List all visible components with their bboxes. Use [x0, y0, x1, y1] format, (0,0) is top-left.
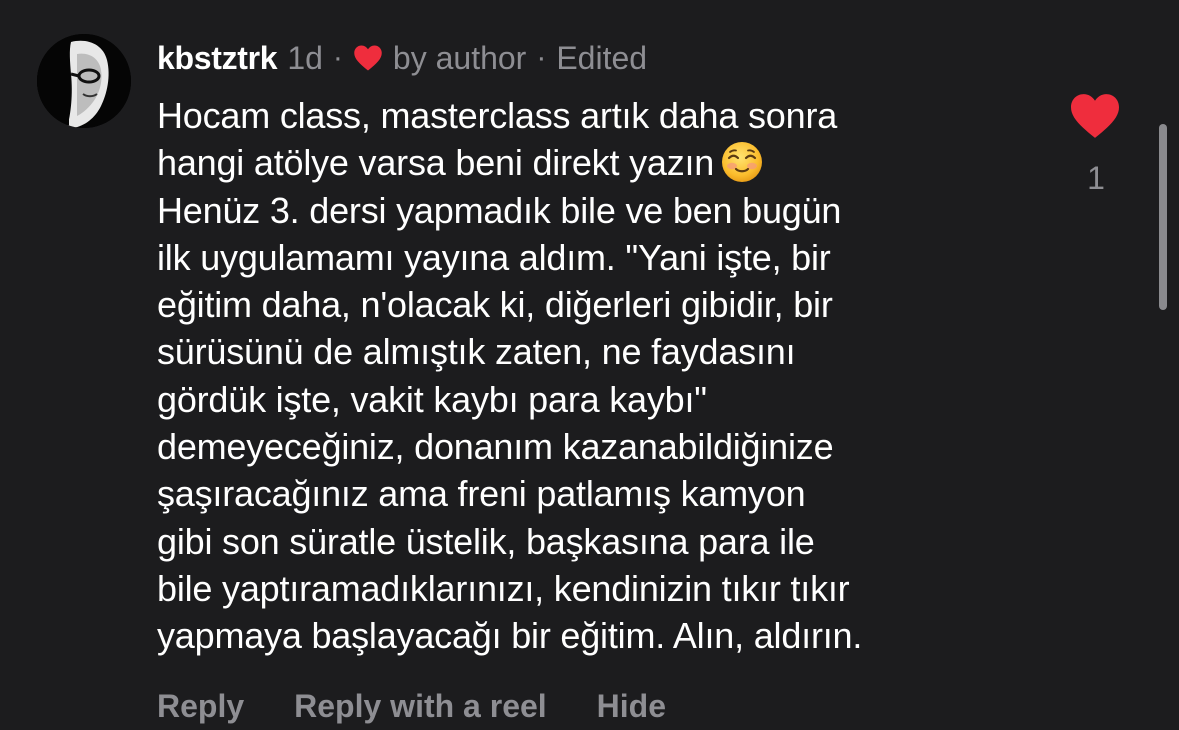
comment-line: ilk uygulamamı yayına aldım. "Yani işte,… — [157, 236, 831, 278]
comment-line: gibi son süratle üstelik, başkasına para… — [157, 520, 815, 562]
hide-button[interactable]: Hide — [597, 688, 666, 725]
comment-line: gördük işte, vakit kaybı para kaybı" — [157, 378, 707, 420]
like-count[interactable]: 1 — [1074, 160, 1118, 197]
comment-line: eğitim daha, n'olacak ki, diğerleri gibi… — [157, 284, 833, 326]
comment-line: şaşıracağınız ama freni patlamış kamyon — [157, 473, 806, 515]
comment-line: Henüz 3. dersi yapmadık bile ve ben bugü… — [157, 189, 842, 231]
avatar[interactable] — [37, 34, 131, 128]
comment-header: kbstztrk 1d · by author · Edited — [157, 36, 647, 80]
username[interactable]: kbstztrk — [157, 40, 278, 77]
scrollbar[interactable] — [1159, 124, 1167, 310]
smiling-face-emoji — [720, 140, 764, 184]
reply-with-reel-button[interactable]: Reply with a reel — [294, 688, 547, 725]
liked-by-author: by author — [392, 39, 527, 76]
avatar-photo — [37, 34, 131, 128]
heart-icon — [353, 44, 383, 72]
separator: · — [332, 41, 343, 74]
reply-button[interactable]: Reply — [157, 688, 244, 725]
comment-line: hangi atölye varsa beni direkt yazın — [157, 142, 715, 184]
comment-line: yapmaya başlayacağı bir eğitim. Alın, al… — [157, 615, 863, 657]
heart-icon — [1071, 94, 1119, 138]
comment-line-with-emoji: hangi atölye varsa beni direkt yazın — [157, 139, 1027, 186]
comment-line: demeyeceğiniz, donanım kazanabildiğinize — [157, 426, 834, 468]
comment-text: Hocam class, masterclass artık daha sonr… — [157, 92, 1027, 660]
edited-label: Edited — [556, 39, 648, 76]
timestamp: 1d — [287, 39, 323, 76]
comment-actions: Reply Reply with a reel Hide — [157, 684, 666, 728]
separator: · — [536, 41, 547, 74]
comment-line: bile yaptıramadıklarınızı, kendinizin tı… — [157, 567, 850, 609]
comment-line: Hocam class, masterclass artık daha sonr… — [157, 95, 838, 136]
comment-line: sürüsünü de almıştık zaten, ne faydasını — [157, 331, 796, 373]
comment-item: kbstztrk 1d · by author · Edited Hocam c… — [0, 0, 1179, 730]
like-button[interactable] — [1068, 92, 1122, 140]
